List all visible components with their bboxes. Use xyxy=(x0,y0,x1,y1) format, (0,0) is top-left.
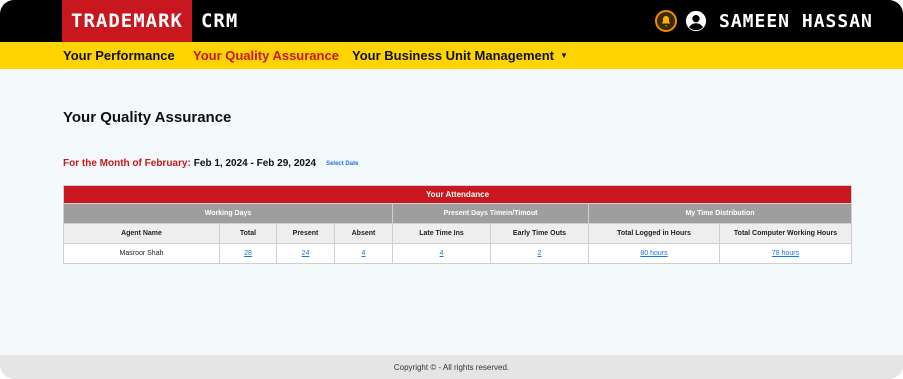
user-name[interactable]: SAMEEN HASSAN xyxy=(719,0,873,42)
copyright-text: Copyright © - All rights reserved. xyxy=(393,362,510,372)
nav-label: Your Performance xyxy=(63,48,175,63)
cell-total-link[interactable]: 28 xyxy=(244,250,252,257)
app-frame: TRADEMARK CRM SAMEEN HASSAN Your Perform… xyxy=(0,0,903,379)
nav-your-business-unit-management[interactable]: Your Business Unit Management ▼ xyxy=(352,42,568,69)
col-early-time-outs: Early Time Outs xyxy=(490,223,589,244)
col-agent-name: Agent Name xyxy=(63,223,220,244)
cell-computer-hours-link[interactable]: 78 hours xyxy=(772,250,799,257)
cell-late-link[interactable]: 4 xyxy=(440,250,444,257)
cell-agent-name: Masroor Shah xyxy=(63,243,220,264)
group-time-distribution: My Time Distribution xyxy=(588,203,852,224)
col-present: Present xyxy=(276,223,335,244)
group-working-days: Working Days xyxy=(63,203,393,224)
attendance-group-row: Working Days Present Days Timein/Timout … xyxy=(63,203,852,224)
cell-absent-link[interactable]: 4 xyxy=(362,250,366,257)
month-filter: For the Month of February: Feb 1, 2024 -… xyxy=(63,158,358,169)
nav-your-quality-assurance[interactable]: Your Quality Assurance xyxy=(193,42,339,69)
col-total-logged-hours: Total Logged in Hours xyxy=(588,223,720,244)
bell-icon-glyph xyxy=(662,16,670,27)
main-nav: Your Performance Your Quality Assurance … xyxy=(0,42,903,69)
nav-label: Your Quality Assurance xyxy=(193,48,339,63)
attendance-title-row: Your Attendance xyxy=(63,185,852,204)
table-row: Masroor Shah 28 24 4 4 2 80 hours 78 hou… xyxy=(63,243,852,264)
brand-logo[interactable]: TRADEMARK CRM xyxy=(62,0,238,42)
select-date-link[interactable]: Select Date xyxy=(326,161,358,167)
col-late-time-ins: Late Time Ins xyxy=(392,223,491,244)
footer: Copyright © - All rights reserved. xyxy=(0,355,903,379)
nav-your-performance[interactable]: Your Performance xyxy=(63,42,175,69)
cell-present-link[interactable]: 24 xyxy=(302,250,310,257)
page-title: Your Quality Assurance xyxy=(63,109,232,126)
col-absent: Absent xyxy=(334,223,393,244)
attendance-table: Your Attendance Working Days Present Day… xyxy=(63,185,852,264)
col-total: Total xyxy=(219,223,277,244)
user-circle-icon[interactable] xyxy=(685,10,707,32)
brand-suffix: CRM xyxy=(200,10,239,32)
attendance-title: Your Attendance xyxy=(63,185,852,204)
group-present-days: Present Days Timein/Timout xyxy=(392,203,589,224)
cell-logged-hours-link[interactable]: 80 hours xyxy=(640,250,667,257)
chevron-down-icon: ▼ xyxy=(560,51,568,60)
bell-icon[interactable] xyxy=(655,10,677,32)
brand-name: TRADEMARK xyxy=(62,0,192,42)
month-label: For the Month of February: xyxy=(63,158,191,169)
col-computer-working-hours: Total Computer Working Hours xyxy=(719,223,852,244)
nav-label: Your Business Unit Management xyxy=(352,48,555,63)
cell-early-link[interactable]: 2 xyxy=(538,250,542,257)
month-range: Feb 1, 2024 - Feb 29, 2024 xyxy=(193,158,317,169)
attendance-header-row: Agent Name Total Present Absent Late Tim… xyxy=(63,223,852,244)
top-header: TRADEMARK CRM SAMEEN HASSAN xyxy=(0,0,903,42)
